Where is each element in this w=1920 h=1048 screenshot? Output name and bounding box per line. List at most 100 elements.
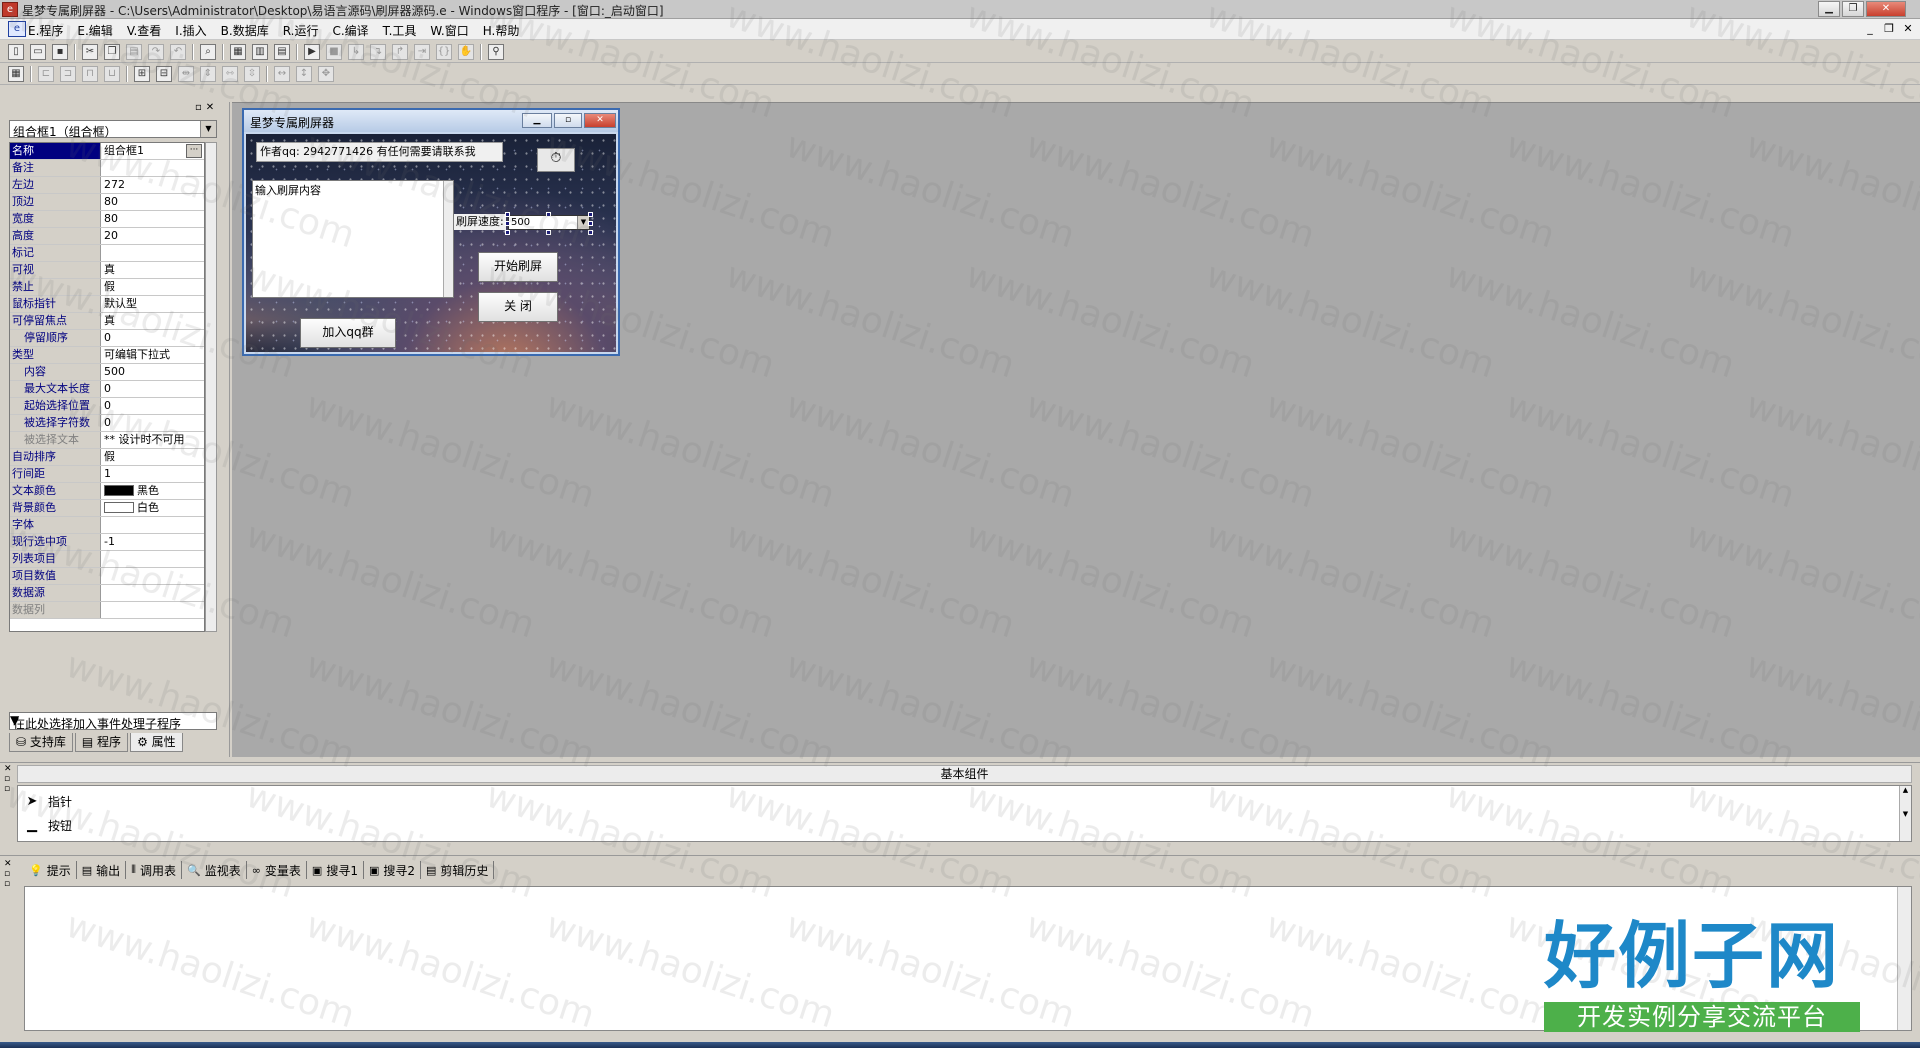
app-icon[interactable]: e — [2, 2, 18, 17]
property-row[interactable]: 标记 — [10, 245, 204, 262]
tab-properties[interactable]: ⚙ 属性 — [130, 733, 183, 752]
property-row[interactable]: 项目数值 — [10, 568, 204, 585]
property-row[interactable]: 起始选择位置 0 — [10, 398, 204, 415]
property-value[interactable]: 500 — [101, 364, 204, 380]
menu-view[interactable]: V.查看 — [127, 22, 161, 39]
same-height-icon[interactable]: ⇕ — [200, 66, 216, 82]
property-value[interactable]: 默认型 — [101, 296, 204, 312]
property-row[interactable]: 可视真 — [10, 262, 204, 279]
find-icon[interactable]: ⌕ — [200, 44, 216, 60]
property-row[interactable]: 停留顺序 0 — [10, 330, 204, 347]
panel-close-icon[interactable]: ✕ — [206, 102, 214, 113]
property-value[interactable] — [101, 585, 204, 601]
panel-close-icon[interactable]: ✕ — [4, 860, 12, 869]
tab-support-library[interactable]: ⛁ 支持库 — [9, 733, 73, 752]
run-to-cursor-icon[interactable]: ⇥ — [414, 44, 430, 60]
component-scrollbar[interactable]: ▲ ▼ — [1899, 786, 1911, 841]
tab-search1[interactable]: ▣ 搜寻1 — [307, 861, 364, 879]
property-row[interactable]: 备注 — [10, 160, 204, 177]
space-horizontal-icon[interactable]: ⇿ — [222, 66, 238, 82]
tab-variables[interactable]: ∞ 变量表 — [247, 861, 307, 879]
property-value[interactable]: 黑色 — [101, 483, 204, 499]
component-pointer[interactable]: ➤ 指针 — [24, 793, 72, 810]
property-value[interactable]: 0 — [101, 381, 204, 397]
space-vertical-icon[interactable]: ⇳ — [244, 66, 260, 82]
property-row[interactable]: 数据列 — [10, 602, 204, 619]
step-over-icon[interactable]: ↴ — [370, 44, 386, 60]
property-value[interactable]: 20 — [101, 228, 204, 244]
property-row[interactable]: 最大文本长度 0 — [10, 381, 204, 398]
property-row[interactable]: 内容 500 — [10, 364, 204, 381]
timer-icon[interactable]: ⏱ — [537, 148, 575, 172]
size-height-icon[interactable]: ↕ — [296, 66, 312, 82]
minimize-button[interactable]: ▁ — [1818, 1, 1840, 17]
step-out-icon[interactable]: ↱ — [392, 44, 408, 60]
property-row[interactable]: 宽度 80 — [10, 211, 204, 228]
property-value[interactable] — [101, 568, 204, 584]
grid-icon[interactable]: ▦ — [8, 66, 24, 82]
property-value[interactable] — [101, 245, 204, 261]
property-value[interactable] — [101, 160, 204, 176]
stop-icon[interactable]: ■ — [326, 44, 342, 60]
size-both-icon[interactable]: ✥ — [318, 66, 334, 82]
layout-table-icon[interactable]: ▤ — [274, 44, 290, 60]
output-scrollbar[interactable] — [1897, 887, 1911, 1030]
join-qq-group-button[interactable]: 加入qq群 — [300, 318, 396, 348]
align-left-icon[interactable]: ⊏ — [38, 66, 54, 82]
property-value[interactable] — [101, 517, 204, 533]
align-bottom-icon[interactable]: ⊔ — [104, 66, 120, 82]
cut-icon[interactable]: ✂ — [82, 44, 98, 60]
step-into-icon[interactable]: ↳ — [348, 44, 364, 60]
property-row[interactable]: 名称 组合框1 ··· — [10, 143, 204, 160]
property-row[interactable]: 列表项目 — [10, 551, 204, 568]
form-close-icon[interactable]: ✕ — [584, 113, 616, 128]
property-row[interactable]: 被选择字符数 0 — [10, 415, 204, 432]
form-minimize-icon[interactable]: ▁ — [522, 113, 552, 128]
tab-clipboard-history[interactable]: ▤ 剪辑历史 — [421, 861, 495, 879]
property-row[interactable]: 可停留焦点真 — [10, 313, 204, 330]
layout-window-icon[interactable]: ▦ — [230, 44, 246, 60]
start-button[interactable]: 开始刷屏 — [478, 252, 558, 282]
property-value[interactable]: 可编辑下拉式 — [101, 347, 204, 363]
component-button[interactable]: ▁ 按钮 — [24, 817, 72, 834]
tab-program[interactable]: ▤ 程序 — [74, 733, 129, 752]
mdi-minimize-button[interactable]: _ — [1862, 21, 1878, 36]
panel-restore-icon[interactable]: ▫ — [4, 880, 12, 889]
run-icon[interactable]: ▶ — [304, 44, 320, 60]
textbox-scrollbar[interactable] — [443, 181, 453, 297]
property-row[interactable]: 文本颜色 黑色 — [10, 483, 204, 500]
selection-handle[interactable] — [505, 212, 510, 217]
menu-insert[interactable]: I.插入 — [175, 22, 206, 39]
property-value[interactable]: -1 — [101, 534, 204, 550]
property-value[interactable]: 真 — [101, 262, 204, 278]
menu-database[interactable]: B.数据库 — [221, 22, 269, 39]
property-row[interactable]: 禁止假 — [10, 279, 204, 296]
property-row[interactable]: 现行选中项 -1 — [10, 534, 204, 551]
property-value[interactable]: 假 — [101, 449, 204, 465]
designed-form-window[interactable]: 星梦专属刷屏器 ▁ ▫ ✕ 作者qq: 2942771426 有任何需要请联系我… — [242, 108, 620, 356]
layout-split-icon[interactable]: ▥ — [252, 44, 268, 60]
property-row[interactable]: 自动排序假 — [10, 449, 204, 466]
property-value[interactable]: 0 — [101, 415, 204, 431]
selection-handle[interactable] — [546, 212, 551, 217]
panel-close-icon[interactable]: ✕ — [4, 765, 12, 774]
property-row[interactable]: 左边 272 — [10, 177, 204, 194]
menu-compile[interactable]: C.编译 — [332, 22, 368, 39]
align-right-icon[interactable]: ⊐ — [60, 66, 76, 82]
mdi-close-button[interactable]: ✕ — [1900, 21, 1916, 36]
same-width-icon[interactable]: ⇹ — [178, 66, 194, 82]
center-vertical-icon[interactable]: ⊟ — [156, 66, 172, 82]
redo-icon[interactable]: ↷ — [148, 44, 164, 60]
property-value[interactable] — [101, 551, 204, 567]
property-value[interactable]: 0 — [101, 330, 204, 346]
undo-icon[interactable]: ↶ — [170, 44, 186, 60]
chevron-down-icon[interactable]: ▼ — [200, 121, 216, 137]
hand-icon[interactable]: ✋ — [458, 44, 474, 60]
property-row[interactable]: 类型 可编辑下拉式 — [10, 347, 204, 364]
property-row[interactable]: 高度 20 — [10, 228, 204, 245]
tab-watch[interactable]: 🔍 监视表 — [182, 861, 247, 879]
property-value[interactable]: 80 — [101, 211, 204, 227]
property-row[interactable]: 行间距 1 — [10, 466, 204, 483]
object-selector[interactable]: 组合框1（组合框） ▼ — [9, 120, 217, 139]
property-row[interactable]: 顶边 80 — [10, 194, 204, 211]
